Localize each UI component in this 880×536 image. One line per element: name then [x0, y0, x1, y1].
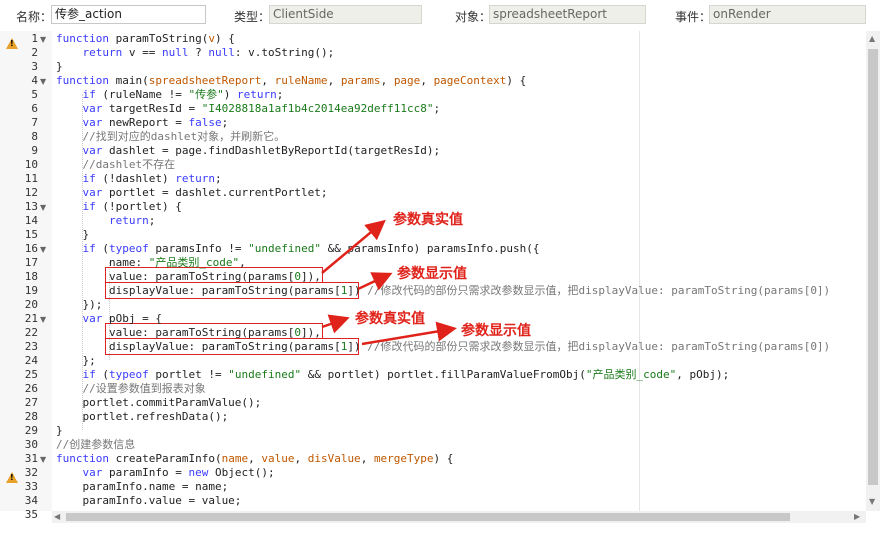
code-line: //找到对应的dashlet对象，并刷新它。 — [82, 130, 286, 143]
line-number: 19 — [24, 284, 38, 297]
code-line: //设置参数值到报表对象 — [82, 382, 206, 395]
code-line: }; — [56, 354, 96, 367]
line-number: 27 — [24, 396, 38, 409]
object-label: 对象： — [455, 10, 492, 24]
code-line: var pObj = { — [82, 312, 162, 325]
line-number: 34 — [24, 494, 38, 507]
code-line: if (!dashlet) return; — [82, 172, 222, 185]
code-line: var paramInfo = new Object(); — [82, 466, 275, 479]
vertical-scroll-thumb[interactable] — [868, 49, 878, 485]
line-number: 12 — [24, 186, 38, 199]
line-number: 21 — [24, 312, 38, 325]
code-line: displayValue: paramToString(params[1]) /… — [56, 284, 831, 297]
name-label: 名称： — [16, 10, 53, 24]
line-number: 35 — [24, 508, 38, 521]
line-number: 25 — [24, 368, 38, 381]
print-margin — [639, 31, 640, 511]
code-line: if (ruleName != "传参") return; — [82, 88, 284, 101]
line-number: 9 — [31, 144, 38, 157]
type-field: ClientSide — [269, 5, 422, 24]
scroll-down-icon[interactable]: ▼ — [869, 497, 875, 506]
line-number: 18 — [24, 270, 38, 283]
line-number: 17 — [24, 256, 38, 269]
code-line: paramInfo.value = value; — [56, 494, 242, 507]
code-line: name: "产品类别_code", — [56, 256, 246, 269]
code-line: return; — [108, 214, 156, 227]
fold-arrow-icon[interactable]: ▼ — [40, 35, 46, 44]
line-number: 16 — [24, 242, 38, 255]
code-line: if (!portlet) { — [82, 200, 182, 213]
line-number: 13 — [24, 200, 38, 213]
annotation-display-value-1: 参数显示值 — [397, 266, 467, 282]
horizontal-scroll-thumb[interactable] — [66, 513, 790, 521]
line-number: 22 — [24, 326, 38, 339]
event-field: onRender — [709, 5, 866, 24]
code-line: portlet.commitParamValue(); — [56, 396, 262, 409]
line-number: 3 — [31, 60, 38, 73]
code-line: var dashlet = page.findDashletByReportId… — [82, 144, 441, 157]
properties-bar: 名称： 传参_action 类型： ClientSide 对象： spreads… — [0, 0, 880, 32]
code-line: } — [56, 228, 90, 241]
fold-arrow-icon[interactable]: ▼ — [40, 77, 46, 86]
scroll-up-icon[interactable]: ▲ — [869, 34, 875, 43]
code-line: } — [56, 60, 63, 73]
code-line: //dashlet不存在 — [82, 158, 176, 171]
fold-arrow-icon[interactable]: ▼ — [40, 245, 46, 254]
line-number: 26 — [24, 382, 38, 395]
line-number: 28 — [24, 410, 38, 423]
event-label: 事件： — [675, 10, 712, 24]
type-label: 类型： — [234, 10, 271, 24]
line-number: 15 — [24, 228, 38, 241]
annotation-display-value-2: 参数显示值 — [461, 323, 531, 339]
line-number: 10 — [24, 158, 38, 171]
line-number: 8 — [31, 130, 38, 143]
code-line: function createParamInfo(name, value, di… — [56, 452, 454, 465]
code-line: return v == null ? null: v.toString(); — [82, 46, 335, 59]
line-number: 30 — [24, 438, 38, 451]
line-number: 2 — [31, 46, 38, 59]
name-input[interactable]: 传参_action — [51, 5, 206, 24]
code-editor[interactable]: 1▼234▼5678910111213▼141516▼1718192021▼22… — [0, 31, 880, 536]
code-line: portlet.refreshData(); — [56, 410, 229, 423]
annotation-real-value-1: 参数真实值 — [393, 212, 463, 228]
code-line: if (typeof portlet != "undefined" && por… — [82, 368, 730, 381]
line-number: 23 — [24, 340, 38, 353]
line-number: 6 — [31, 102, 38, 115]
code-line: }); — [56, 298, 103, 311]
line-number: 7 — [31, 116, 38, 129]
code-line: //创建参数信息 — [56, 438, 136, 451]
line-number: 33 — [24, 480, 38, 493]
line-number: 11 — [24, 172, 38, 185]
fold-arrow-icon[interactable]: ▼ — [40, 203, 46, 212]
line-number: 24 — [24, 354, 38, 367]
code-line: var portlet = dashlet.currentPortlet; — [82, 186, 328, 199]
vertical-scrollbar[interactable]: ▲ ▼ — [866, 31, 880, 511]
code-line: value: paramToString(params[0]), — [56, 270, 321, 283]
line-number: 29 — [24, 424, 38, 437]
code-line: function main(spreadsheetReport, ruleNam… — [56, 74, 527, 87]
horizontal-scrollbar[interactable]: ◀ ▶ — [52, 511, 866, 523]
object-field: spreadsheetReport — [489, 5, 646, 24]
code-line: value: paramToString(params[0]), — [56, 326, 321, 339]
annotation-real-value-2: 参数真实值 — [355, 311, 425, 327]
code-line: function paramToString(v) { — [56, 32, 235, 45]
code-line: if (typeof paramsInfo != "undefined" && … — [82, 242, 540, 255]
line-number-gutter: 1▼234▼5678910111213▼141516▼1718192021▼22… — [0, 31, 52, 521]
code-line: paramInfo.name = name; — [56, 480, 229, 493]
line-number: 5 — [31, 88, 38, 101]
line-number: 4 — [31, 74, 38, 87]
line-number: 14 — [24, 214, 38, 227]
scroll-right-icon[interactable]: ▶ — [854, 512, 860, 521]
scroll-left-icon[interactable]: ◀ — [54, 512, 60, 521]
fold-arrow-icon[interactable]: ▼ — [40, 315, 46, 324]
line-number: 31 — [24, 452, 38, 465]
line-number: 20 — [24, 298, 38, 311]
code-line: var newReport = false; — [82, 116, 229, 129]
code-line: var targetResId = "I4028818a1af1b4c2014e… — [82, 102, 441, 115]
code-line: displayValue: paramToString(params[1]) /… — [56, 340, 831, 353]
fold-arrow-icon[interactable]: ▼ — [40, 455, 46, 464]
code-line: } — [56, 424, 63, 437]
